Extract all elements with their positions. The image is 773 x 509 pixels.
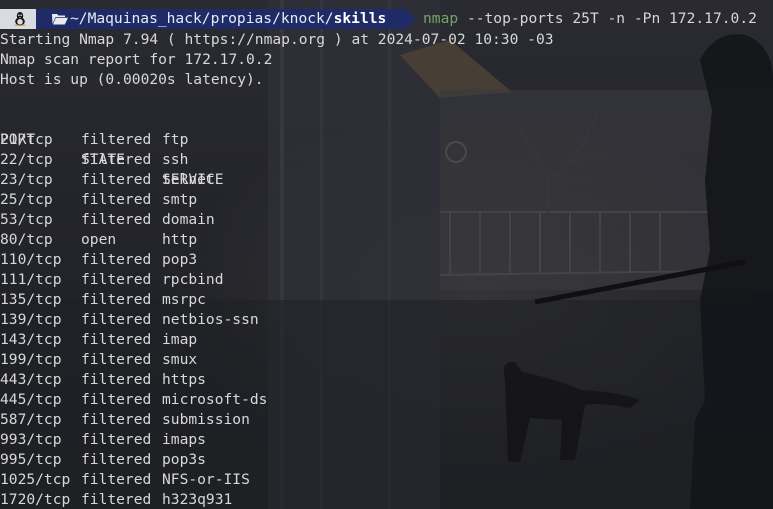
service-cell: imaps (162, 431, 206, 448)
port-cell: 199/tcp (0, 351, 62, 368)
port-cell: 445/tcp (0, 391, 62, 408)
service-cell: msrpc (162, 291, 206, 308)
state-cell: filtered (81, 251, 152, 268)
port-table-header: PORT STATE SERVICE (0, 110, 224, 188)
state-cell: filtered (81, 411, 152, 428)
command-name: nmap (423, 10, 459, 27)
state-cell: filtered (81, 431, 152, 448)
port-cell: 22/tcp (0, 151, 53, 168)
service-cell: pop3 (162, 251, 198, 268)
port-cell: 110/tcp (0, 251, 62, 268)
state-cell: filtered (81, 471, 152, 488)
state-cell: filtered (81, 311, 152, 328)
command-args: --top-ports 25T -n -Pn 172.17.0.2 (458, 10, 757, 27)
service-cell: pop3s (162, 451, 206, 468)
path-prefix: ~/Maquinas_hack/propias/knock/ (70, 10, 334, 27)
service-cell: smtp (162, 191, 198, 208)
port-cell: 111/tcp (0, 271, 62, 288)
port-cell: 25/tcp (0, 191, 53, 208)
port-cell: 135/tcp (0, 291, 62, 308)
state-cell: filtered (81, 131, 152, 148)
port-cell: 995/tcp (0, 451, 62, 468)
state-cell: filtered (81, 271, 152, 288)
port-cell: 21/tcp (0, 131, 53, 148)
state-cell: filtered (81, 451, 152, 468)
service-cell: domain (162, 211, 215, 228)
service-cell: microsoft-ds (162, 391, 268, 408)
port-cell: 23/tcp (0, 171, 53, 188)
service-cell: smux (162, 351, 198, 368)
service-cell: ftp (162, 131, 189, 148)
state-cell: filtered (81, 151, 152, 168)
service-cell: rpcbind (162, 271, 224, 288)
state-cell: open (81, 231, 117, 248)
service-cell: imap (162, 331, 198, 348)
shell-prompt: ~/Maquinas_hack/propias/knock/skills nma… (0, 9, 773, 29)
state-cell: filtered (81, 191, 152, 208)
state-cell: filtered (81, 351, 152, 368)
service-cell: submission (162, 411, 250, 428)
service-cell: http (162, 231, 198, 248)
state-cell: filtered (81, 291, 152, 308)
command-line[interactable]: nmap --top-ports 25T -n -Pn 172.17.0.2 (423, 9, 757, 29)
linux-tux-icon (14, 12, 26, 26)
port-cell: 53/tcp (0, 211, 53, 228)
folder-open-icon (52, 14, 68, 25)
output-line-report: Nmap scan report for 172.17.0.2 (0, 51, 273, 68)
output-line-start: Starting Nmap 7.94 ( https://nmap.org ) … (0, 31, 554, 48)
state-cell: filtered (81, 331, 152, 348)
service-cell: h323q931 (162, 491, 233, 508)
service-cell: ssh (162, 151, 189, 168)
prompt-path-segment: ~/Maquinas_hack/propias/knock/skills (36, 9, 406, 29)
port-cell: 139/tcp (0, 311, 62, 328)
state-cell: filtered (81, 491, 152, 508)
prompt-arrow (406, 9, 416, 29)
service-cell: telnet (162, 171, 215, 188)
service-cell: netbios-ssn (162, 311, 259, 328)
state-cell: filtered (81, 211, 152, 228)
state-cell: filtered (81, 171, 152, 188)
state-cell: filtered (81, 391, 152, 408)
port-cell: 1720/tcp (0, 491, 71, 508)
port-cell: 443/tcp (0, 371, 62, 388)
port-cell: 80/tcp (0, 231, 53, 248)
service-cell: https (162, 371, 206, 388)
prompt-os-segment (0, 9, 36, 29)
output-line-host: Host is up (0.00020s latency). (0, 71, 264, 88)
port-cell: 143/tcp (0, 331, 62, 348)
state-cell: filtered (81, 371, 152, 388)
port-cell: 587/tcp (0, 411, 62, 428)
port-cell: 1025/tcp (0, 471, 71, 488)
current-directory: skills (333, 10, 387, 27)
port-cell: 993/tcp (0, 431, 62, 448)
service-cell: NFS-or-IIS (162, 471, 250, 488)
terminal-window[interactable]: ~/Maquinas_hack/propias/knock/skills nma… (0, 0, 773, 509)
